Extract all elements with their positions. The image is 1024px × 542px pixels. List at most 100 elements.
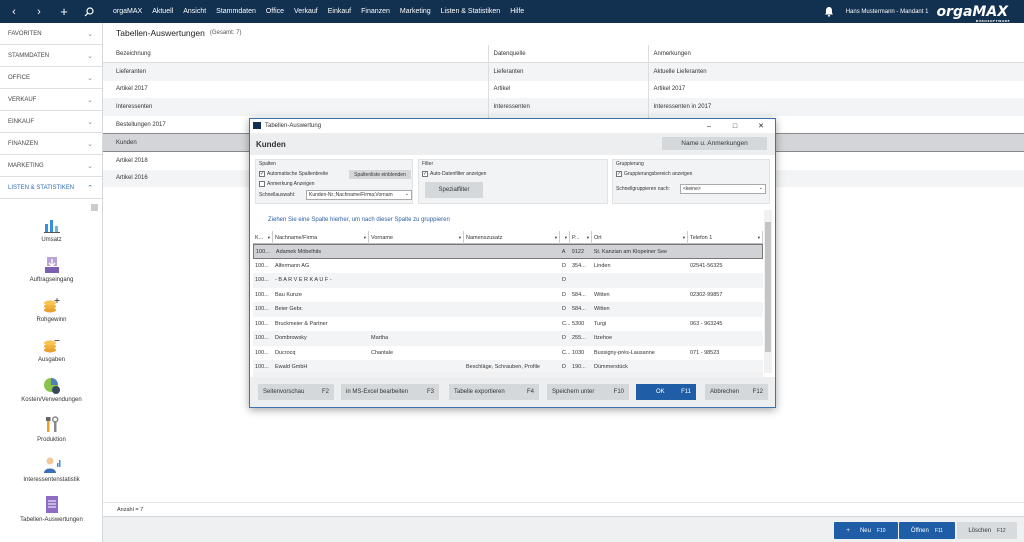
bell-icon[interactable]: [824, 6, 836, 18]
filter-arrow-icon[interactable]: ▾: [268, 235, 270, 241]
menu-listen[interactable]: Listen & Statistiken: [441, 8, 501, 15]
filter-arrow-icon[interactable]: ▾: [364, 235, 366, 241]
sidebar-section-einkauf[interactable]: EINKAUF ⌄: [0, 111, 102, 133]
menu-einkauf[interactable]: Einkauf: [328, 8, 351, 15]
filter-arrow-icon[interactable]: ▾: [459, 235, 461, 241]
grid-row-selected[interactable]: 100... Adamek Möbelhits A 9122 St. Kanzian a…: [253, 244, 763, 259]
grid-row[interactable]: 100... Alfermann AG D 354... Linden 02541-563…: [253, 259, 763, 274]
name-notes-button[interactable]: Name u. Anmerkungen: [662, 137, 767, 150]
column-header-bezeichnung[interactable]: Bezeichnung: [103, 45, 488, 64]
back-icon[interactable]: ‹: [2, 0, 26, 23]
grid-row[interactable]: 100... - B A R V E R K A U F - D: [253, 273, 763, 288]
filter-arrow-icon[interactable]: ▾: [587, 235, 589, 241]
menu-ansicht[interactable]: Ansicht: [183, 8, 206, 15]
menu-finanzen[interactable]: Finanzen: [361, 8, 390, 15]
grid-column-header[interactable]: K... ▾: [253, 231, 273, 244]
grid-row[interactable]: 100... Bau Kunze D 584... Witten 02302-99857: [253, 288, 763, 303]
grid-column-header[interactable]: Ort ▾: [592, 231, 688, 244]
menu-aktuell[interactable]: Aktuell: [152, 8, 173, 15]
sidebar-item-interessenten[interactable]: Interessentenstatistik: [0, 455, 103, 483]
group-drop-hint[interactable]: Ziehen Sie eine Spalte hierher, um nach …: [268, 217, 450, 223]
sidebar-item-auftragseingang[interactable]: Auftragseingang: [0, 255, 103, 283]
menu-stammdaten[interactable]: Stammdaten: [216, 8, 256, 15]
minimize-icon[interactable]: –: [699, 119, 719, 133]
open-button[interactable]: Öffnen F11: [899, 522, 955, 539]
grid-cell: [369, 302, 464, 317]
menu-office[interactable]: Office: [266, 8, 284, 15]
sidebar-section-favoriten[interactable]: FAVORITEN ⌄: [0, 23, 102, 45]
sidebar-section-marketing[interactable]: MARKETING ⌄: [0, 155, 102, 177]
grid-cell: Itzehoe: [594, 335, 613, 342]
export-table-button[interactable]: Tabelle exportieren F4: [449, 384, 539, 400]
sidebar-item-kosten[interactable]: Kosten/Verwendungen: [0, 375, 103, 403]
sidebar-item-umsatz[interactable]: Umsatz: [0, 215, 103, 243]
pie-chart-icon: [42, 375, 62, 395]
menu-marketing[interactable]: Marketing: [400, 8, 431, 15]
auto-filter-checkbox[interactable]: ✓ Auto-Datenfilter anzeigen: [422, 171, 486, 177]
table-row[interactable]: Interessenten Interessenten Interessenten …: [103, 98, 1024, 117]
menu-app[interactable]: orgaMAX: [113, 8, 142, 15]
table-row[interactable]: Lieferanten Lieferanten Aktuelle Lieferant…: [103, 62, 1024, 81]
grid-cell: Adamek Möbelhits: [275, 249, 322, 256]
sidebar-section-listen[interactable]: LISTEN & STATISTIKEN ⌃: [0, 177, 102, 199]
filter-arrow-icon[interactable]: ▾: [565, 235, 567, 241]
grid-cell: Chantale: [371, 349, 394, 356]
close-icon[interactable]: ✕: [751, 119, 771, 133]
grid-row[interactable]: 100... Ducrocq Chantale C... 1030 Bussigny-pr…: [253, 346, 763, 361]
forward-icon[interactable]: ›: [27, 0, 51, 23]
ok-button[interactable]: OK F11: [636, 384, 696, 400]
menu-hilfe[interactable]: Hilfe: [510, 8, 524, 15]
grid-cell: [464, 245, 560, 260]
cancel-button[interactable]: Abbrechen F12: [705, 384, 768, 400]
sidebar-section-office[interactable]: OFFICE ⌄: [0, 67, 102, 89]
filter-arrow-icon[interactable]: ▾: [683, 235, 685, 241]
menu-verkauf[interactable]: Verkauf: [294, 8, 318, 15]
grid-column-header[interactable]: P... ▾: [570, 231, 592, 244]
sidebar-item-produktion[interactable]: Produktion: [0, 415, 103, 443]
scrollbar-thumb[interactable]: [765, 222, 771, 352]
grid-cell: Bruckmeier & Partner: [275, 320, 328, 327]
maximize-icon[interactable]: □: [725, 119, 745, 133]
grid-column-header[interactable]: ▾: [560, 231, 570, 244]
new-button[interactable]: + Neu F10: [834, 522, 898, 539]
column-header-datenquelle[interactable]: Datenquelle: [487, 45, 648, 64]
auto-width-checkbox[interactable]: ✓ Automatische Spaltenbreite: [259, 171, 328, 177]
grid-column-header[interactable]: Nachname/Firma ▾: [273, 231, 369, 244]
grouping-area-checkbox[interactable]: ✓ Gruppierungsbereich anzeigen: [616, 171, 692, 177]
grid-row[interactable]: 100... Dombrowsky Martha D 255... Itzehoe: [253, 331, 763, 346]
search-icon[interactable]: [77, 0, 101, 23]
user-name[interactable]: Hans Mustermann - Mandant 1: [846, 9, 929, 15]
grid-row[interactable]: 100... Beier Gebr. D 584... Witten: [253, 302, 763, 317]
sidebar-item-rohgewinn[interactable]: Rohgewinn: [0, 295, 103, 323]
grid-cell: Witten: [594, 306, 610, 313]
grid-cell: 584...: [572, 291, 586, 298]
sidebar-section-finanzen[interactable]: FINANZEN ⌄: [0, 133, 102, 155]
sidebar-section-verkauf[interactable]: VERKAUF ⌄: [0, 89, 102, 111]
preview-button[interactable]: Seitenvorschau F2: [258, 384, 334, 400]
filter-arrow-icon[interactable]: ▾: [555, 235, 557, 241]
grid-cell: 100...: [255, 262, 269, 269]
quick-group-dropdown[interactable]: <keine> ⌄: [680, 184, 766, 194]
filter-arrow-icon[interactable]: ▾: [758, 235, 760, 241]
save-as-button[interactable]: Speichern unter F10: [547, 384, 629, 400]
grid-column-header[interactable]: Namenszusatz ▾: [464, 231, 560, 244]
plus-icon[interactable]: +: [52, 0, 76, 23]
sidebar-item-tabellen[interactable]: Tabellen-Auswertungen: [0, 495, 103, 523]
grid-row[interactable]: 100... Bruckmeier & Partner C... 5300 Turgi 0…: [253, 317, 763, 332]
grid-column-header[interactable]: Vorname ▾: [369, 231, 464, 244]
sidebar-section-stammdaten[interactable]: STAMMDATEN ⌄: [0, 45, 102, 67]
grid-column-header[interactable]: Telefon 1 ▾: [688, 231, 763, 244]
quick-select-dropdown[interactable]: Kunden-Nr.;Nachname/Firma;Vornam ⌄: [306, 190, 412, 200]
filter-panel: Filter ✓ Auto-Datenfilter anzeigen Spezia…: [418, 159, 608, 204]
table-row[interactable]: Artikel 2017 Artikel Artikel 2017: [103, 80, 1024, 99]
show-note-checkbox[interactable]: Anmerkung Anzeigen: [259, 181, 315, 187]
excel-edit-button[interactable]: in MS-Excel bearbeiten F3: [341, 384, 439, 400]
sidebar-item-ausgaben[interactable]: Ausgaben: [0, 335, 103, 363]
vertical-scrollbar[interactable]: [764, 210, 772, 373]
show-column-list-button[interactable]: Spaltenliste einblenden: [349, 170, 411, 179]
quick-select-label: Schnellauswahl:: [259, 192, 296, 198]
grid-cell: 100...: [255, 291, 269, 298]
special-filter-button[interactable]: Spezialfilter: [425, 182, 483, 198]
column-header-anmerkungen[interactable]: Anmerkungen: [647, 45, 1024, 64]
delete-button[interactable]: Löschen F12: [957, 522, 1017, 539]
